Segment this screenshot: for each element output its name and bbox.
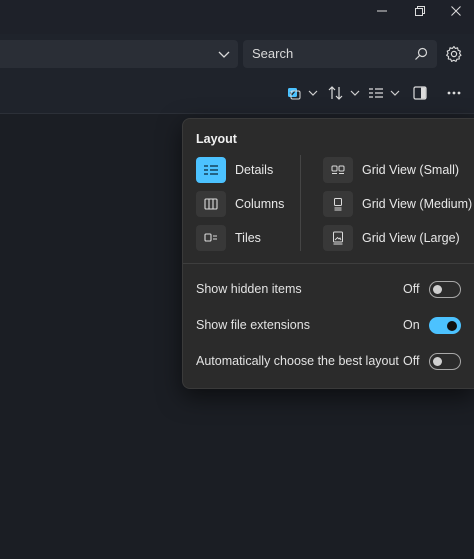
- layout-option-grid-small[interactable]: Grid View (Small): [323, 155, 459, 185]
- toggle-row-hidden-items: Show hidden items Off: [183, 274, 474, 304]
- chevron-down-icon[interactable]: [216, 46, 232, 62]
- toggle-label: Automatically choose the best layout: [196, 354, 399, 368]
- sort-button[interactable]: [327, 84, 361, 106]
- layout-option-label: Grid View (Large): [362, 231, 460, 245]
- layout-option-columns[interactable]: Columns: [196, 189, 284, 219]
- tiles-view-icon: [196, 225, 226, 251]
- show-file-extensions-toggle[interactable]: [429, 317, 461, 334]
- restore-icon: [414, 4, 426, 22]
- toggle-knob: [433, 285, 442, 294]
- chevron-down-icon: [307, 86, 319, 104]
- layout-option-grid-large[interactable]: Grid View (Large): [323, 223, 460, 253]
- details-pane-button[interactable]: [412, 84, 428, 106]
- show-hidden-items-toggle[interactable]: [429, 281, 461, 298]
- minimize-icon: [376, 4, 388, 22]
- command-bar: [0, 76, 474, 114]
- search-input[interactable]: Search: [243, 40, 437, 68]
- sort-icon: [327, 85, 345, 106]
- restore-button[interactable]: [402, 0, 438, 26]
- layout-option-label: Columns: [235, 197, 285, 211]
- select-button[interactable]: [286, 84, 319, 106]
- gear-icon[interactable]: [444, 44, 464, 64]
- chevron-down-icon: [389, 86, 401, 104]
- toggle-state-text: Off: [403, 282, 420, 296]
- layout-option-label: Grid View (Medium): [362, 197, 473, 211]
- search-icon: [413, 46, 429, 62]
- layout-option-label: Tiles: [235, 231, 261, 245]
- more-icon: [446, 85, 462, 106]
- layout-flyout: Layout Details Columns Tiles Grid View (…: [182, 118, 474, 389]
- toggle-knob: [447, 320, 457, 331]
- section-divider: [183, 263, 474, 264]
- layout-option-tiles[interactable]: Tiles: [196, 223, 261, 253]
- close-button[interactable]: [438, 0, 474, 26]
- layout-option-label: Grid View (Small): [362, 163, 460, 177]
- more-options-button[interactable]: [446, 84, 462, 106]
- layout-option-grid-medium[interactable]: Grid View (Medium): [323, 189, 472, 219]
- file-explorer-window: Search Layout Details Columns Tiles Grid…: [0, 0, 474, 559]
- grid-medium-icon: [323, 191, 353, 217]
- view-list-icon: [368, 85, 384, 106]
- toggle-label: Show file extensions: [196, 318, 310, 332]
- auto-best-layout-toggle[interactable]: [429, 353, 461, 370]
- chevron-down-icon: [349, 86, 361, 104]
- toggle-state-text: On: [403, 318, 420, 332]
- flyout-title: Layout: [196, 132, 237, 146]
- address-field[interactable]: [0, 40, 238, 68]
- toggle-label: Show hidden items: [196, 282, 302, 296]
- address-row: Search: [0, 34, 474, 76]
- layout-option-label: Details: [235, 163, 274, 177]
- details-pane-icon: [412, 85, 428, 106]
- grid-small-icon: [323, 157, 353, 183]
- columns-view-icon: [196, 191, 226, 217]
- layout-option-details[interactable]: Details: [196, 155, 273, 185]
- close-icon: [450, 4, 462, 22]
- title-bar: [0, 0, 474, 34]
- view-button[interactable]: [368, 84, 401, 106]
- grid-large-icon: [323, 225, 353, 251]
- minimize-button[interactable]: [364, 0, 400, 26]
- column-divider: [300, 155, 301, 251]
- select-checkbox-icon: [286, 85, 302, 106]
- toggle-row-file-extensions: Show file extensions On: [183, 310, 474, 340]
- toggle-row-auto-layout: Automatically choose the best layout Off: [183, 346, 474, 376]
- search-placeholder: Search: [252, 46, 294, 61]
- details-view-icon: [196, 157, 226, 183]
- toggle-knob: [433, 357, 442, 366]
- toggle-state-text: Off: [403, 354, 420, 368]
